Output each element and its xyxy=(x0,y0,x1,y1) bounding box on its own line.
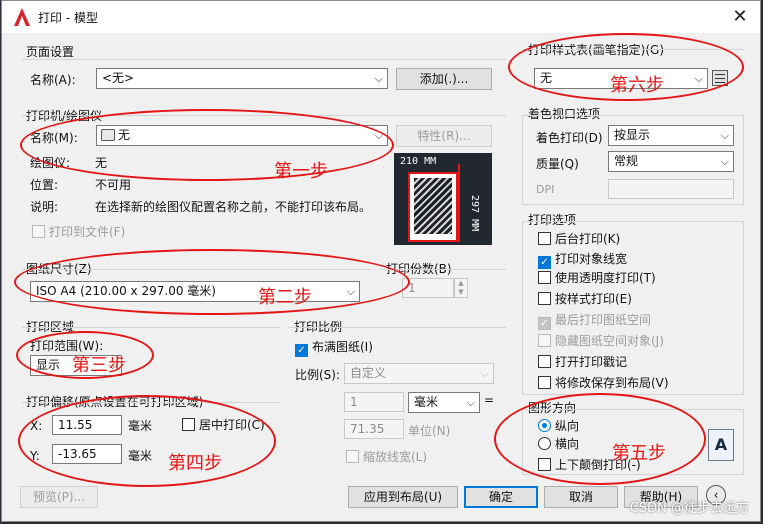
scale-label: 比例(S): xyxy=(295,368,341,382)
apply-to-layout-button[interactable]: 应用到布局(U) xyxy=(348,486,458,508)
scale-value1-input[interactable]: 1 xyxy=(344,392,404,412)
copies-input[interactable]: 1 xyxy=(402,278,454,298)
dpi-input[interactable] xyxy=(608,179,734,199)
annotation-step3: 第三步 xyxy=(72,355,126,376)
page-setup-name-value: <无> xyxy=(102,71,135,85)
offset-x-label: X: xyxy=(30,419,43,433)
scale-units-label: 单位(N) xyxy=(408,424,451,438)
plotter-label: 绘图仪: xyxy=(30,156,71,170)
add-page-setup-button[interactable]: 添加(.)... xyxy=(396,68,492,90)
plotter-name-value: 无 xyxy=(118,128,131,142)
title-bar: 打印 - 模型 ✕ xyxy=(2,1,760,33)
option-save-to-layout[interactable]: 将修改保存到布局(V) xyxy=(538,376,669,390)
plotter-name-label: 名称(M): xyxy=(30,131,78,145)
paper-size-value: ISO A4 (210.00 x 297.00 毫米) xyxy=(36,284,216,298)
dpi-label: DPI xyxy=(536,183,555,196)
portrait-radio[interactable]: 纵向 xyxy=(538,419,579,433)
annotation-step2: 第二步 xyxy=(258,287,312,308)
chevron-down-icon: ⌵ xyxy=(374,72,383,85)
scale-value2-input[interactable]: 71.35 xyxy=(344,419,404,439)
scale-value: 自定义 xyxy=(350,366,387,380)
page-setup-name-combo[interactable]: <无> ⌵ xyxy=(96,68,388,89)
print-to-file-checkbox[interactable]: 打印到文件(F) xyxy=(32,225,125,239)
cancel-button[interactable]: 取消 xyxy=(544,486,618,508)
scale-unit-value: 毫米 xyxy=(414,395,439,409)
chevron-down-icon: ⌵ xyxy=(480,367,489,380)
annotation-step6: 第六步 xyxy=(610,75,664,96)
annotation-step1: 第一步 xyxy=(274,161,328,182)
portrait-orientation-icon: A xyxy=(708,429,734,461)
chevron-down-icon: ⌵ xyxy=(694,72,703,85)
annotation-step4: 第四步 xyxy=(168,453,222,474)
chevron-down-icon: ⌵ xyxy=(346,285,355,298)
window-title: 打印 - 模型 xyxy=(38,11,98,25)
scale-lineweights-checkbox[interactable]: 缩放线宽(L) xyxy=(346,450,427,464)
watermark: CSDN @徒步去远方 xyxy=(629,501,749,516)
ok-button[interactable]: 确定 xyxy=(464,486,538,508)
description-label: 说明: xyxy=(30,200,59,214)
close-icon[interactable]: ✕ xyxy=(728,5,752,29)
annotation-step5: 第五步 xyxy=(612,443,666,464)
location-value: 不可用 xyxy=(95,178,132,192)
offset-y-input[interactable]: -13.65 xyxy=(52,444,122,464)
center-plot-checkbox[interactable]: 居中打印(C) xyxy=(182,418,265,432)
shade-plot-combo[interactable]: 按显示 ⌵ xyxy=(608,125,734,146)
preview-width-label: 210 MM xyxy=(400,156,437,167)
offset-x-unit: 毫米 xyxy=(128,419,153,433)
paper-preview: 210 MM 297 MM xyxy=(394,153,492,245)
page-setup-group-label: 页面设置 xyxy=(26,45,75,59)
description-value: 在选择新的绘图仪配置名称之前，不能打印该布局。 xyxy=(95,200,372,214)
offset-y-unit: 毫米 xyxy=(128,449,153,463)
offset-y-label: Y: xyxy=(30,449,40,463)
option-plot-paperspace-last[interactable]: ✓ 最后打印图纸空间 xyxy=(538,313,651,330)
plot-dialog: 打印 - 模型 ✕ 页面设置 名称(A): <无> ⌵ 添加(.)... 打印机… xyxy=(1,0,761,522)
plot-range-value: 显示 xyxy=(36,358,61,372)
scale-combo[interactable]: 自定义 ⌵ xyxy=(344,363,494,384)
plot-style-value: 无 xyxy=(540,71,553,85)
plotter-value: 无 xyxy=(95,156,108,170)
printer-icon xyxy=(101,129,115,141)
chevron-down-icon: ⌵ xyxy=(720,155,729,168)
option-plot-transparency[interactable]: 使用透明度打印(T) xyxy=(538,271,656,285)
chevron-down-icon: ⌵ xyxy=(720,129,729,142)
plotter-name-combo[interactable]: 无 ⌵ xyxy=(96,125,388,146)
fit-to-paper-checkbox[interactable]: ✓ 布满图纸(I) xyxy=(295,340,373,357)
offset-x-input[interactable]: 11.55 xyxy=(52,415,122,435)
copies-stepper[interactable]: ▲ ▼ xyxy=(454,278,468,298)
plot-style-edit-icon[interactable] xyxy=(712,70,728,86)
quality-combo[interactable]: 常规 ⌵ xyxy=(608,151,734,172)
shade-plot-label: 着色打印(D) xyxy=(536,131,603,145)
landscape-radio[interactable]: 横向 xyxy=(538,437,579,451)
autocad-logo-icon xyxy=(14,8,30,26)
page-setup-name-label: 名称(A): xyxy=(30,73,76,87)
option-background-plot[interactable]: 后台打印(K) xyxy=(538,232,620,246)
quality-label: 质量(Q) xyxy=(536,157,579,171)
option-plot-lineweights[interactable]: ✓ 打印对象线宽 xyxy=(538,252,627,269)
equals-sign: = xyxy=(484,393,495,407)
quality-value: 常规 xyxy=(614,154,639,168)
option-plot-with-styles[interactable]: 按样式打印(E) xyxy=(538,292,632,306)
chevron-down-icon: ⌵ xyxy=(466,396,475,409)
location-label: 位置: xyxy=(30,178,59,192)
option-hide-paperspace-objects[interactable]: 隐藏图纸空间对象(J) xyxy=(538,334,664,348)
chevron-down-icon: ⌵ xyxy=(374,129,383,142)
plotter-properties-button[interactable]: 特性(R)... xyxy=(396,125,492,147)
shade-plot-value: 按显示 xyxy=(614,128,651,142)
preview-height-label: 297 MM xyxy=(469,195,480,232)
preview-button[interactable]: 预览(P)... xyxy=(20,486,98,508)
option-plot-stamp[interactable]: 打开打印戳记 xyxy=(538,355,627,369)
scale-unit-combo[interactable]: 毫米 ⌵ xyxy=(408,392,480,413)
